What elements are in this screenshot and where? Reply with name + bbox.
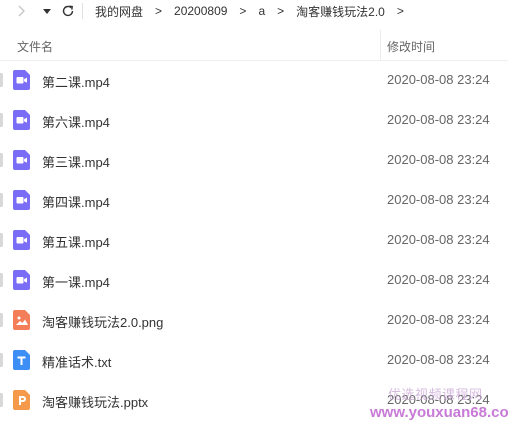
breadcrumb-separator: > bbox=[155, 4, 163, 18]
breadcrumb-expand[interactable]: > bbox=[391, 4, 410, 18]
column-divider[interactable] bbox=[380, 30, 381, 60]
file-name[interactable]: 第一课.mp4 bbox=[42, 272, 110, 291]
file-name[interactable]: 第六课.mp4 bbox=[42, 112, 110, 131]
file-modified-time: 2020-08-08 23:24 bbox=[387, 272, 490, 287]
file-name[interactable]: 淘客赚钱玩法.pptx bbox=[42, 392, 148, 411]
video-icon bbox=[13, 70, 32, 90]
breadcrumb-separator: > bbox=[277, 4, 285, 18]
file-row[interactable]: 第五课.mp4 2020-08-08 23:24 bbox=[0, 220, 508, 260]
column-header: 文件名 修改时间 bbox=[0, 30, 508, 61]
row-checkbox-edge[interactable] bbox=[0, 313, 3, 327]
ppt-icon bbox=[13, 390, 32, 410]
video-icon bbox=[13, 270, 32, 290]
toolbar-divider bbox=[82, 3, 83, 19]
file-name[interactable]: 淘客赚钱玩法2.0.png bbox=[42, 312, 163, 331]
file-name[interactable]: 第五课.mp4 bbox=[42, 232, 110, 251]
text-icon bbox=[13, 350, 32, 370]
row-checkbox-edge[interactable] bbox=[0, 393, 3, 407]
file-row[interactable]: 第六课.mp4 2020-08-08 23:24 bbox=[0, 100, 508, 140]
file-name[interactable]: 第三课.mp4 bbox=[42, 152, 110, 171]
file-row[interactable]: 精准话术.txt 2020-08-08 23:24 bbox=[0, 340, 508, 380]
column-header-modified[interactable]: 修改时间 bbox=[387, 38, 435, 55]
breadcrumb-item[interactable]: 我的网盘 bbox=[89, 3, 149, 20]
row-checkbox-edge[interactable] bbox=[0, 233, 3, 247]
breadcrumb-separator: > bbox=[239, 4, 247, 18]
row-checkbox-edge[interactable] bbox=[0, 113, 3, 127]
video-icon bbox=[13, 110, 32, 130]
file-row[interactable]: 第四课.mp4 2020-08-08 23:24 bbox=[0, 180, 508, 220]
file-name[interactable]: 第二课.mp4 bbox=[42, 72, 110, 91]
video-icon bbox=[13, 150, 32, 170]
refresh-icon[interactable] bbox=[58, 0, 78, 22]
image-icon bbox=[13, 310, 32, 330]
forward-icon[interactable] bbox=[12, 0, 32, 22]
row-checkbox-edge[interactable] bbox=[0, 153, 3, 167]
column-header-name[interactable]: 文件名 bbox=[17, 38, 53, 55]
breadcrumb: 我的网盘 > 20200809 > a > 淘客赚钱玩法2.0 > bbox=[89, 3, 410, 20]
file-row[interactable]: 第一课.mp4 2020-08-08 23:24 bbox=[0, 260, 508, 300]
breadcrumb-item-current[interactable]: 淘客赚钱玩法2.0 bbox=[290, 3, 391, 20]
history-dropdown-icon[interactable] bbox=[40, 0, 54, 22]
row-checkbox-edge[interactable] bbox=[0, 193, 3, 207]
file-list: 第二课.mp4 2020-08-08 23:24 第六课.mp4 2020-08-0… bbox=[0, 60, 508, 420]
watermark-text: 优选视频课程网 bbox=[388, 387, 483, 402]
row-checkbox-edge[interactable] bbox=[0, 73, 3, 87]
file-row[interactable]: 第二课.mp4 2020-08-08 23:24 bbox=[0, 60, 508, 100]
breadcrumb-item[interactable]: 20200809 bbox=[168, 4, 233, 18]
file-modified-time: 2020-08-08 23:24 bbox=[387, 72, 490, 87]
file-modified-time: 2020-08-08 23:24 bbox=[387, 232, 490, 247]
file-row[interactable]: 第三课.mp4 2020-08-08 23:24 bbox=[0, 140, 508, 180]
video-icon bbox=[13, 190, 32, 210]
file-modified-time: 2020-08-08 23:24 bbox=[387, 192, 490, 207]
breadcrumb-item[interactable]: a bbox=[252, 4, 271, 18]
toolbar: 我的网盘 > 20200809 > a > 淘客赚钱玩法2.0 > bbox=[0, 0, 508, 22]
file-name[interactable]: 精准话术.txt bbox=[42, 352, 111, 371]
file-modified-time: 2020-08-08 23:24 bbox=[387, 352, 490, 367]
video-icon bbox=[13, 230, 32, 250]
file-modified-time: 2020-08-08 23:24 bbox=[387, 152, 490, 167]
watermark-url: www.youxuan68.com bbox=[370, 404, 508, 421]
file-modified-time: 2020-08-08 23:24 bbox=[387, 312, 490, 327]
file-name[interactable]: 第四课.mp4 bbox=[42, 192, 110, 211]
file-modified-time: 2020-08-08 23:24 bbox=[387, 112, 490, 127]
row-checkbox-edge[interactable] bbox=[0, 273, 3, 287]
row-checkbox-edge[interactable] bbox=[0, 353, 3, 367]
file-row[interactable]: 淘客赚钱玩法2.0.png 2020-08-08 23:24 bbox=[0, 300, 508, 340]
